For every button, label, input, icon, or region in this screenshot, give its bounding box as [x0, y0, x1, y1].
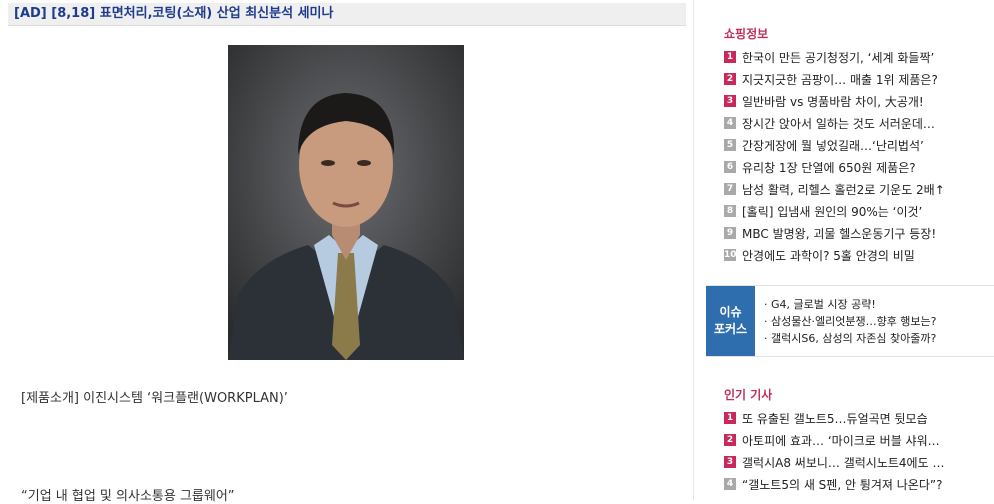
popular-item-text[interactable]: “갤노트5의 새 S펜, 안 튕겨져 나온다”?	[742, 476, 942, 493]
issue-badge-line2: 포커스	[713, 322, 748, 336]
popular-section-title: 인기 기사	[724, 388, 773, 402]
article-photo	[228, 45, 464, 360]
rank-number-badge: 2	[724, 73, 736, 85]
rank-number-badge: 2	[724, 434, 736, 446]
ad-title[interactable]: [AD] [8,18] 표면처리,코팅(소재) 산업 최신분석 세미나	[8, 3, 686, 25]
rank-number-badge: 3	[724, 456, 736, 468]
shopping-item[interactable]: 3 일반바람 vs 명품바람 차이, 大공개!	[724, 90, 945, 112]
shopping-item-text[interactable]: 남성 활력, 리헬스 홀런2로 기운도 2배↑	[742, 181, 945, 198]
rank-number-badge: 4	[724, 117, 736, 129]
right-sidebar: 쇼핑정보 1 한국이 만든 공기청정기, ‘세계 화들짝’ 2 지긋지긋한 곰팡이… …	[706, 0, 994, 500]
portrait-image	[228, 45, 464, 360]
issue-focus-box: 이슈 포커스 · G4, 글로벌 시장 공략! · 삼성물산·엘리엇분쟁…향후 …	[706, 285, 994, 357]
shopping-item[interactable]: 1 한국이 만든 공기청정기, ‘세계 화들짝’	[724, 46, 945, 68]
issue-list: · G4, 글로벌 시장 공략! · 삼성물산·엘리엇분쟁…향후 행보는? · …	[764, 296, 937, 347]
rank-number-badge: 6	[724, 161, 736, 173]
popular-item[interactable]: 2 아토피에 효과… ‘마이크로 버블 샤워…	[724, 429, 944, 451]
popular-item[interactable]: 3 갤럭시A8 써보니… 갤럭시노트4에도 …	[724, 451, 944, 473]
popular-item[interactable]: 1 또 유출된 갤노트5…듀얼곡면 뒷모습	[724, 407, 944, 429]
shopping-item-text[interactable]: 지긋지긋한 곰팡이… 매출 1위 제품은?	[742, 71, 938, 88]
shopping-item-text[interactable]: 간장게장에 뭘 넣었길래…‘난리법석’	[742, 137, 924, 154]
rank-number-badge: 1	[724, 51, 736, 63]
popular-item-text[interactable]: 또 유출된 갤노트5…듀얼곡면 뒷모습	[742, 410, 928, 427]
shopping-item-text[interactable]: 장시간 앉아서 일하는 것도 서러운데…	[742, 115, 935, 132]
rank-number-badge: 10	[724, 249, 737, 261]
issue-badge-line1: 이슈	[719, 305, 742, 319]
rank-number-badge: 4	[724, 478, 736, 490]
shopping-item[interactable]: 4 장시간 앉아서 일하는 것도 서러운데…	[724, 112, 945, 134]
rank-number-badge: 7	[724, 183, 736, 195]
shopping-item[interactable]: 7 남성 활력, 리헬스 홀런2로 기운도 2배↑	[724, 178, 945, 200]
article-quote: “기업 내 협업 및 의사소통용 그룹웨어”	[21, 489, 235, 504]
rank-number-badge: 1	[724, 412, 736, 424]
issue-item[interactable]: · 갤럭시S6, 삼성의 자존심 찾아줄까?	[764, 330, 937, 347]
shopping-item[interactable]: 5 간장게장에 뭘 넣었길래…‘난리법석’	[724, 134, 945, 156]
shopping-item-text[interactable]: 일반바람 vs 명품바람 차이, 大공개!	[742, 93, 924, 110]
rank-number-badge: 5	[724, 139, 736, 151]
column-divider	[693, 0, 694, 500]
issue-item[interactable]: · G4, 글로벌 시장 공략!	[764, 296, 937, 313]
shopping-list: 1 한국이 만든 공기청정기, ‘세계 화들짝’ 2 지긋지긋한 곰팡이… 매출 1위…	[724, 46, 945, 266]
shopping-item[interactable]: 2 지긋지긋한 곰팡이… 매출 1위 제품은?	[724, 68, 945, 90]
popular-item-text[interactable]: 갤럭시A8 써보니… 갤럭시노트4에도 …	[742, 454, 944, 471]
shopping-item-text[interactable]: [홀릭] 입냄새 원인의 90%는 ‘이것’	[742, 203, 922, 220]
popular-list: 1 또 유출된 갤노트5…듀얼곡면 뒷모습 2 아토피에 효과… ‘마이크로 버블 샤…	[724, 407, 944, 495]
shopping-item-text[interactable]: 안경에도 과학이? 5홀 안경의 비밀	[742, 247, 915, 264]
popular-item[interactable]: 4 “갤노트5의 새 S펜, 안 튕겨져 나온다”?	[724, 473, 944, 495]
rank-number-badge: 9	[724, 227, 736, 239]
shopping-item[interactable]: 10 안경에도 과학이? 5홀 안경의 비밀	[724, 244, 945, 266]
shopping-item[interactable]: 6 유리창 1장 단열에 650원 제품은?	[724, 156, 945, 178]
rank-number-badge: 3	[724, 95, 736, 107]
shopping-section-title: 쇼핑정보	[724, 27, 769, 41]
shopping-item-text[interactable]: MBC 발명왕, 괴물 헬스운동기구 등장!	[742, 225, 936, 242]
issue-focus-badge: 이슈 포커스	[706, 286, 755, 356]
popular-item-text[interactable]: 아토피에 효과… ‘마이크로 버블 샤워…	[742, 432, 940, 449]
issue-item[interactable]: · 삼성물산·엘리엇분쟁…향후 행보는?	[764, 313, 937, 330]
article-caption: [제품소개] 이진시스템 ‘워크플랜(WORKPLAN)’	[21, 391, 288, 406]
shopping-item-text[interactable]: 유리창 1장 단열에 650원 제품은?	[742, 159, 916, 176]
shopping-item[interactable]: 8 [홀릭] 입냄새 원인의 90%는 ‘이것’	[724, 200, 945, 222]
shopping-item-text[interactable]: 한국이 만든 공기청정기, ‘세계 화들짝’	[742, 49, 934, 66]
ad-banner[interactable]: [AD] [8,18] 표면처리,코팅(소재) 산업 최신분석 세미나	[8, 3, 686, 26]
shopping-item[interactable]: 9 MBC 발명왕, 괴물 헬스운동기구 등장!	[724, 222, 945, 244]
rank-number-badge: 8	[724, 205, 736, 217]
